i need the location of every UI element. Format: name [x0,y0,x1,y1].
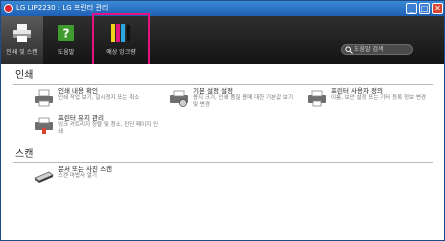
task-scan-document[interactable]: 문서 또는 사진 스캔 스캔 마법사 열기 [34,165,154,187]
toolbar-label-print-scan: 인쇄 및 스캔 [6,49,38,56]
lg-app-icon [4,4,13,13]
section-title-print: 인쇄 [15,70,34,81]
toolbar-label-help: 도움말 [57,49,75,56]
task-default-settings[interactable]: 기본 설정 설정 용지 크기, 인쇄 품질 용매 대한 기본값 보기 및 변경 [169,87,293,109]
task-title: 인쇄 내용 확인 [58,87,99,95]
task-description: 스캔 마법사 열기 [58,173,97,179]
task-printer-maintenance[interactable]: 프린터 유지 관리 잉크 카트리지 정렬 및 청소, 진단 페이지 인쇄 [34,114,158,136]
ink-levels-highlight [92,13,150,66]
task-view-print-jobs[interactable]: 인쇄 내용 확인 인쇄 작업 보기, 일시정지 또는 취소 [34,87,154,109]
toolbar-print-scan[interactable]: 인쇄 및 스캔 [1,16,43,64]
printer-customize-icon [308,90,326,107]
section-divider-scan [13,162,433,163]
printer-maintenance-icon [35,117,53,134]
window-title: LG LIP2230 : LG 프린터 관리 [16,4,109,12]
section-divider-print [13,84,433,85]
task-description: 이름, 보안 설정 또는 기타 등록 정보 변경 [331,95,426,101]
task-description: 잉크 카트리지 정렬 및 청소, 진단 페이지 인쇄 [58,122,159,135]
search-icon [345,46,353,54]
help-search-input[interactable]: 도움말 검색 [341,44,413,55]
close-button[interactable]: ✕ [432,3,443,14]
printer-icon [13,24,31,42]
task-title: 기본 설정 설정 [193,87,234,95]
task-title: 문서 또는 사진 스캔 [58,165,113,173]
section-title-scan: 스캔 [15,149,34,160]
maximize-button[interactable]: □ [419,3,430,14]
print-queue-icon [35,89,53,107]
printer-settings-icon [170,90,188,107]
toolbar: 인쇄 및 스캔 ? 도움말 예상 잉크량 도움말 검색 [1,16,444,64]
task-description: 인쇄 작업 보기, 일시정지 또는 취소 [58,95,140,101]
task-customize-printer[interactable]: 프린터 사용자 정의 이름, 보안 설정 또는 기타 등록 정보 변경 [307,87,427,109]
task-title: 프린터 사용자 정의 [331,87,383,95]
search-placeholder: 도움말 검색 [354,46,384,53]
title-bar[interactable]: LG LIP2230 : LG 프린터 관리 _ □ ✕ [1,1,444,16]
app-window: LG LIP2230 : LG 프린터 관리 _ □ ✕ 인쇄 및 스캔 ? 도… [0,0,445,241]
main-content: 인쇄 인쇄 내용 확인 인쇄 작업 보기, 일시정지 또는 취소 기본 설정 설… [1,64,444,240]
task-description: 용지 크기, 인쇄 품질 용매 대한 기본값 보기 및 변경 [193,95,294,108]
svg-text:?: ? [63,27,70,41]
minimize-button[interactable]: _ [406,3,417,14]
toolbar-help[interactable]: ? 도움말 [46,16,86,64]
task-title: 프린터 유지 관리 [58,114,104,122]
help-icon: ? [58,25,74,41]
scanner-icon [34,171,54,183]
